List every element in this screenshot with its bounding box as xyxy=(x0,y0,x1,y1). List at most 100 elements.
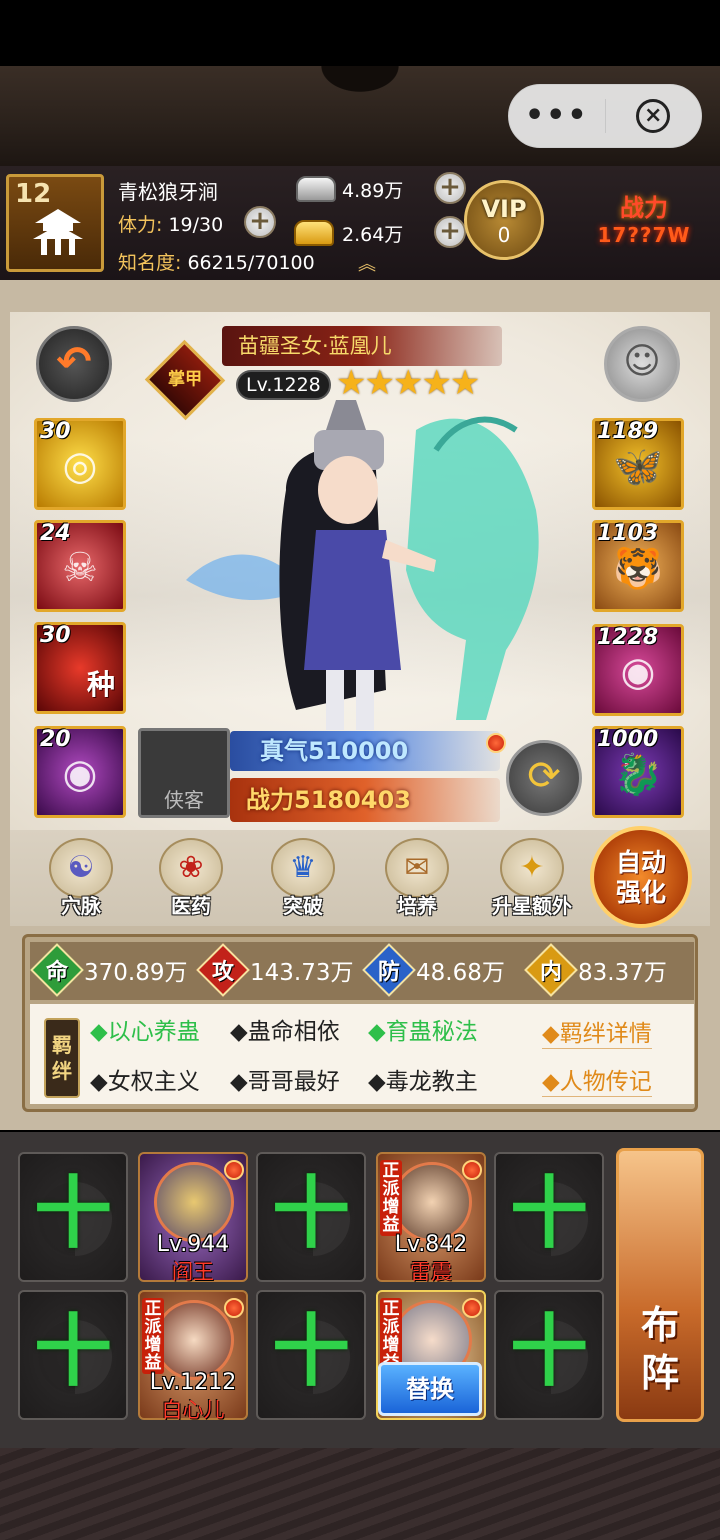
pet-slot-3[interactable]: 1228 ◉ xyxy=(592,624,684,716)
stat-attack: 攻 143.73万 xyxy=(196,943,353,997)
notification-dot xyxy=(486,733,506,753)
hero-slot-label: 侠客 xyxy=(164,788,204,812)
stamina-row: 体力: 19/30 xyxy=(118,210,223,237)
replace-button[interactable]: 替换 xyxy=(378,1362,482,1416)
hero-avatar xyxy=(154,1300,234,1380)
bond-item: ◆女权主义 xyxy=(90,1069,200,1095)
dragon-icon: 🐉 xyxy=(613,752,663,798)
stat-hp: 命 370.89万 xyxy=(30,943,188,997)
auto-enhance-button[interactable]: 自动 强化 xyxy=(590,826,692,928)
hero-avatar xyxy=(392,1162,472,1242)
lineup-hero-level: Lv.944 xyxy=(156,1232,230,1257)
inner-power-icon: 内 xyxy=(524,943,578,997)
back-arrow-icon: ↶ xyxy=(56,337,92,386)
add-gold-button[interactable]: + xyxy=(434,216,466,248)
attack-icon: 攻 xyxy=(196,943,250,997)
stat-defense: 防 48.68万 xyxy=(362,943,505,997)
lineup-hero-card[interactable]: 正派增益 Lv.1212 白心儿 xyxy=(138,1290,248,1422)
chest-icon: ✦ xyxy=(500,838,564,898)
function-star-extra-button[interactable]: ✦ 升星额外 xyxy=(482,838,582,922)
formation-label-2: 阵 xyxy=(640,1351,679,1395)
bottom-floor xyxy=(0,1448,720,1540)
lineup-hero-name: 阎王 xyxy=(172,1260,214,1284)
meditation-button[interactable]: ☺ xyxy=(604,326,680,402)
meditation-icon: ☯ xyxy=(49,838,113,898)
formation-label-1: 布 xyxy=(640,1303,679,1347)
bond-item: ◆毒龙教主 xyxy=(368,1069,478,1095)
function-medicine-button[interactable]: ❀ 医药 xyxy=(146,838,236,922)
scroll-icon: ✉ xyxy=(385,838,449,898)
swirl-icon: ◎ xyxy=(62,443,98,489)
notification-dot xyxy=(224,1298,244,1318)
skill-slot-2[interactable]: 24 ☠ xyxy=(34,520,126,612)
empty-lineup-slot[interactable]: 十 xyxy=(494,1152,604,1282)
bond-detail-link[interactable]: ◆羁绊详情 xyxy=(542,1014,652,1049)
righteous-buff-badge: 正派增益 xyxy=(142,1298,164,1374)
switch-hero-button[interactable]: ⟳ xyxy=(506,740,582,816)
skill-slot-3[interactable]: 30 种 xyxy=(34,622,126,714)
expand-chevron-icon[interactable]: ︽ xyxy=(352,256,382,276)
add-stamina-button[interactable]: + xyxy=(244,206,276,238)
empty-lineup-slot[interactable]: 十 xyxy=(18,1152,128,1282)
formation-button[interactable]: 布阵 xyxy=(616,1148,704,1422)
refresh-icon: ⟳ xyxy=(527,753,561,799)
pet-slot-1[interactable]: 1189 🦋 xyxy=(592,418,684,510)
gold-amount: 2.64万 xyxy=(342,224,404,246)
empty-lineup-slot[interactable]: 十 xyxy=(256,1290,366,1420)
bond-tag-text: 羁绊 xyxy=(52,1033,72,1083)
close-miniprogram-button[interactable]: × xyxy=(606,99,702,133)
add-hero-icon: 十 xyxy=(33,1169,112,1259)
hp-icon: 命 xyxy=(30,943,84,997)
pet-level: 1228 xyxy=(597,625,659,650)
back-button[interactable]: ↶ xyxy=(36,326,112,402)
add-silver-button[interactable]: + xyxy=(434,172,466,204)
herb-icon: ❀ xyxy=(159,838,223,898)
lineup-hero-level: Lv.1212 xyxy=(149,1370,237,1395)
pet-slot-2[interactable]: 1103 🐯 xyxy=(592,520,684,612)
hero-biography-link[interactable]: ◆人物传记 xyxy=(542,1062,652,1097)
stamina-value: 19/30 xyxy=(168,214,224,236)
function-breakthrough-button[interactable]: ♛ 突破 xyxy=(258,838,348,922)
stat-key: 内 xyxy=(539,959,563,985)
player-level-badge[interactable]: 12 xyxy=(6,174,104,272)
silver-amount: 4.89万 xyxy=(342,180,404,202)
stat-key: 命 xyxy=(45,959,69,985)
fame-label: 知名度: xyxy=(118,252,182,274)
lineup-hero-card[interactable]: 正派增益 Lv.842 雷震 xyxy=(376,1152,486,1284)
skill-slot-4[interactable]: 20 ◉ xyxy=(34,726,126,818)
add-hero-icon: 十 xyxy=(271,1169,350,1259)
empty-lineup-slot[interactable]: 十 xyxy=(18,1290,128,1420)
skill-level: 24 xyxy=(40,521,71,546)
skull-icon: ☠ xyxy=(62,545,98,591)
hero-card-slot[interactable]: 侠客 xyxy=(138,728,230,818)
empty-lineup-slot[interactable]: 十 xyxy=(256,1152,366,1282)
skill-seed-tag: 种 xyxy=(86,668,115,701)
bond-item: ◆育蛊秘法 xyxy=(368,1019,478,1045)
pet-level: 1000 xyxy=(597,727,659,752)
gold-ingot-icon xyxy=(294,220,334,246)
vip-label: VIP xyxy=(481,195,527,223)
total-power-value: 17??7W xyxy=(597,223,691,247)
bond-item: ◆以心养蛊 xyxy=(90,1019,200,1045)
player-level: 12 xyxy=(15,179,52,209)
add-hero-icon: 十 xyxy=(509,1307,588,1397)
meditate-icon: ☺ xyxy=(623,341,661,382)
function-label: 医药 xyxy=(171,894,211,918)
lineup-hero-card[interactable]: Lv.944 阎王 xyxy=(138,1152,248,1284)
auto-label-1: 自动 xyxy=(615,848,666,877)
pet-level: 1103 xyxy=(597,521,659,546)
stat-value: 370.89万 xyxy=(84,960,188,986)
skill-slot-1[interactable]: 30 ◎ xyxy=(34,418,126,510)
empty-lineup-slot[interactable]: 十 xyxy=(494,1290,604,1420)
pet-slot-4[interactable]: 1000 🐉 xyxy=(592,726,684,818)
game-screen: ••• × 12 青松狼牙涧 体力: 19/30 + 知名度: 66215/70… xyxy=(0,0,720,1540)
vip-badge[interactable]: VIP 0 xyxy=(464,180,544,260)
tiger-icon: 🐯 xyxy=(613,546,663,592)
function-acupoint-button[interactable]: ☯ 穴脉 xyxy=(36,838,126,922)
function-train-button[interactable]: ✉ 培养 xyxy=(372,838,462,922)
vortex-icon: ◉ xyxy=(620,649,656,695)
righteous-buff-badge: 正派增益 xyxy=(380,1160,402,1236)
pet-level: 1189 xyxy=(597,419,659,444)
more-menu-button[interactable]: ••• xyxy=(509,101,605,131)
zhenqi-banner: 真气510000 xyxy=(230,731,500,771)
